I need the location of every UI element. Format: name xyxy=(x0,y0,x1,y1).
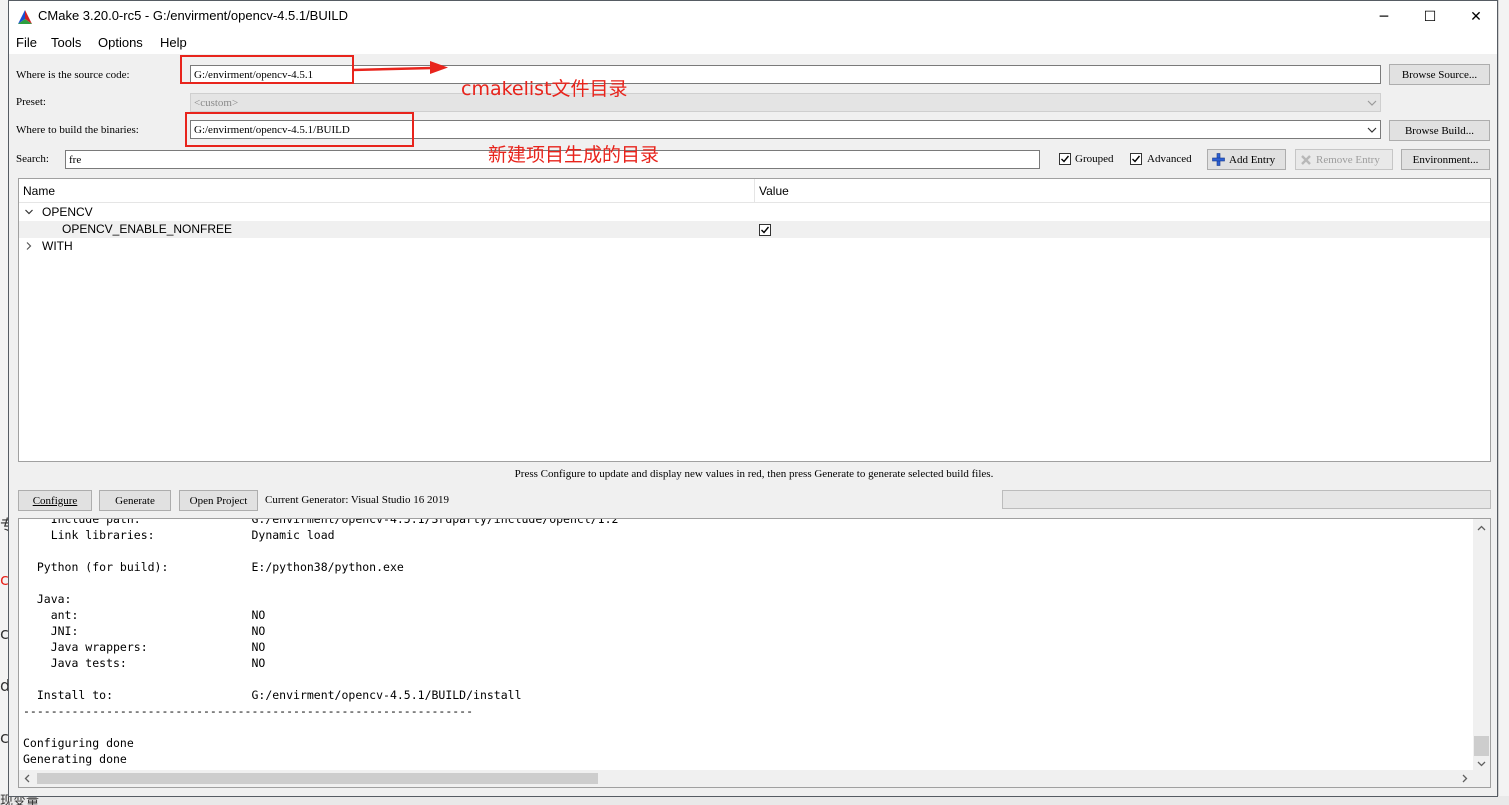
maximize-icon: ☐ xyxy=(1423,8,1437,25)
background-window-bottom: 现变量 xyxy=(0,794,1509,805)
checkmark-icon xyxy=(1132,155,1141,163)
close-button[interactable]: ✕ xyxy=(1453,1,1499,32)
annotation-box-build xyxy=(185,112,414,147)
scroll-left-icon[interactable] xyxy=(23,774,32,783)
search-label: Search: xyxy=(16,153,49,165)
log-line: Generating done xyxy=(23,752,127,766)
maximize-button[interactable]: ☐ xyxy=(1407,1,1453,32)
background-window-right xyxy=(1498,0,1509,805)
chevron-down-icon[interactable] xyxy=(1367,125,1377,135)
menu-bar: File Tools Options Help xyxy=(9,32,1497,54)
chevron-right-icon[interactable] xyxy=(24,241,34,251)
minimize-button[interactable]: ─ xyxy=(1361,1,1407,32)
scroll-up-icon[interactable] xyxy=(1477,524,1486,533)
tree-header: Name Value xyxy=(19,179,1490,203)
scroll-corner xyxy=(1473,770,1490,787)
add-entry-button[interactable]: Add Entry xyxy=(1207,149,1286,170)
scroll-right-icon[interactable] xyxy=(1460,774,1469,783)
remove-entry-button[interactable]: Remove Entry xyxy=(1295,149,1393,170)
log-line: Python (for build): E:/python38/python.e… xyxy=(23,560,404,574)
chevron-down-icon xyxy=(1367,100,1377,106)
advanced-label: Advanced xyxy=(1147,153,1192,165)
column-header-name[interactable]: Name xyxy=(23,184,55,198)
checkmark-icon xyxy=(1061,155,1070,163)
current-generator-label: Current Generator: Visual Studio 16 2019 xyxy=(265,494,449,506)
tree-entry-row[interactable]: OPENCV_ENABLE_NONFREE xyxy=(19,221,1490,238)
log-line: Java: xyxy=(23,592,72,606)
menu-help[interactable]: Help xyxy=(160,35,187,50)
group-name: WITH xyxy=(42,239,73,253)
output-log[interactable]: Include path: G:/envirment/opencv-4.5.1/… xyxy=(18,518,1491,788)
source-label: Where is the source code: xyxy=(16,69,130,81)
column-header-value[interactable]: Value xyxy=(759,184,789,198)
log-line: Configuring done xyxy=(23,736,134,750)
close-icon: ✕ xyxy=(1470,8,1482,25)
log-line: Install to: G:/envirment/opencv-4.5.1/BU… xyxy=(23,688,522,702)
log-line: Include path: G:/envirment/opencv-4.5.1/… xyxy=(23,518,619,526)
background-window-left: 专 c c d c xyxy=(0,0,16,805)
add-entry-label: Add Entry xyxy=(1229,153,1276,166)
output-log-text: Include path: G:/envirment/opencv-4.5.1/… xyxy=(23,518,1473,767)
cmake-logo-icon xyxy=(18,10,32,24)
menu-tools[interactable]: Tools xyxy=(51,35,81,50)
chevron-down-icon[interactable] xyxy=(24,207,34,217)
log-line: JNI: NO xyxy=(23,624,266,638)
progress-bar xyxy=(1002,490,1491,509)
menu-file[interactable]: File xyxy=(16,35,37,50)
log-line: Java wrappers: NO xyxy=(23,640,266,654)
minimize-icon: ─ xyxy=(1379,8,1389,25)
horizontal-scroll-thumb[interactable] xyxy=(37,773,598,784)
entry-name: OPENCV_ENABLE_NONFREE xyxy=(62,222,233,236)
title-bar: CMake 3.20.0-rc5 - G:/envirment/opencv-4… xyxy=(9,1,1497,32)
window-title: CMake 3.20.0-rc5 - G:/envirment/opencv-4… xyxy=(38,8,348,23)
checkmark-icon xyxy=(761,226,770,234)
annotation-box-source xyxy=(180,55,354,84)
annotation-arrow-icon xyxy=(352,61,448,74)
preset-value: <custom> xyxy=(194,97,239,109)
advanced-checkbox[interactable] xyxy=(1130,153,1142,165)
configure-button[interactable]: Configure xyxy=(18,490,92,511)
generate-button[interactable]: Generate xyxy=(99,490,171,511)
build-label: Where to build the binaries: xyxy=(16,124,139,136)
log-line: ant: NO xyxy=(23,608,266,622)
tree-group-row[interactable]: OPENCV xyxy=(19,204,1490,221)
open-project-button[interactable]: Open Project xyxy=(179,490,258,511)
vertical-scroll-thumb[interactable] xyxy=(1474,736,1489,756)
tree-group-row[interactable]: WITH xyxy=(19,238,1490,255)
annotation-build-note: 新建项目生成的目录 xyxy=(488,144,660,166)
browse-source-button[interactable]: Browse Source... xyxy=(1389,64,1490,85)
group-name: OPENCV xyxy=(42,205,93,219)
vertical-scrollbar[interactable] xyxy=(1473,519,1490,772)
column-divider[interactable] xyxy=(754,179,755,203)
annotation-source-note: cmakelist文件目录 xyxy=(461,78,628,100)
environment-button[interactable]: Environment... xyxy=(1401,149,1490,170)
log-line: Link libraries: Dynamic load xyxy=(23,528,335,542)
menu-options[interactable]: Options xyxy=(98,35,143,50)
grouped-label: Grouped xyxy=(1075,153,1114,165)
horizontal-scrollbar[interactable] xyxy=(19,770,1475,787)
cache-entries-tree[interactable]: Name Value OPENCV OPENCV_ENABLE_NONFREE … xyxy=(18,178,1491,462)
grouped-checkbox[interactable] xyxy=(1059,153,1071,165)
log-line: ----------------------------------------… xyxy=(23,704,474,718)
plus-icon xyxy=(1212,153,1225,166)
remove-entry-label: Remove Entry xyxy=(1316,153,1380,166)
scroll-down-icon[interactable] xyxy=(1477,759,1486,768)
preset-label: Preset: xyxy=(16,96,46,108)
preset-select: <custom> xyxy=(190,93,1381,112)
remove-x-icon xyxy=(1301,154,1311,165)
status-message: Press Configure to update and display ne… xyxy=(514,468,994,480)
log-line: Java tests: NO xyxy=(23,656,266,670)
browse-build-button[interactable]: Browse Build... xyxy=(1389,120,1490,141)
entry-value-checkbox[interactable] xyxy=(759,224,771,236)
